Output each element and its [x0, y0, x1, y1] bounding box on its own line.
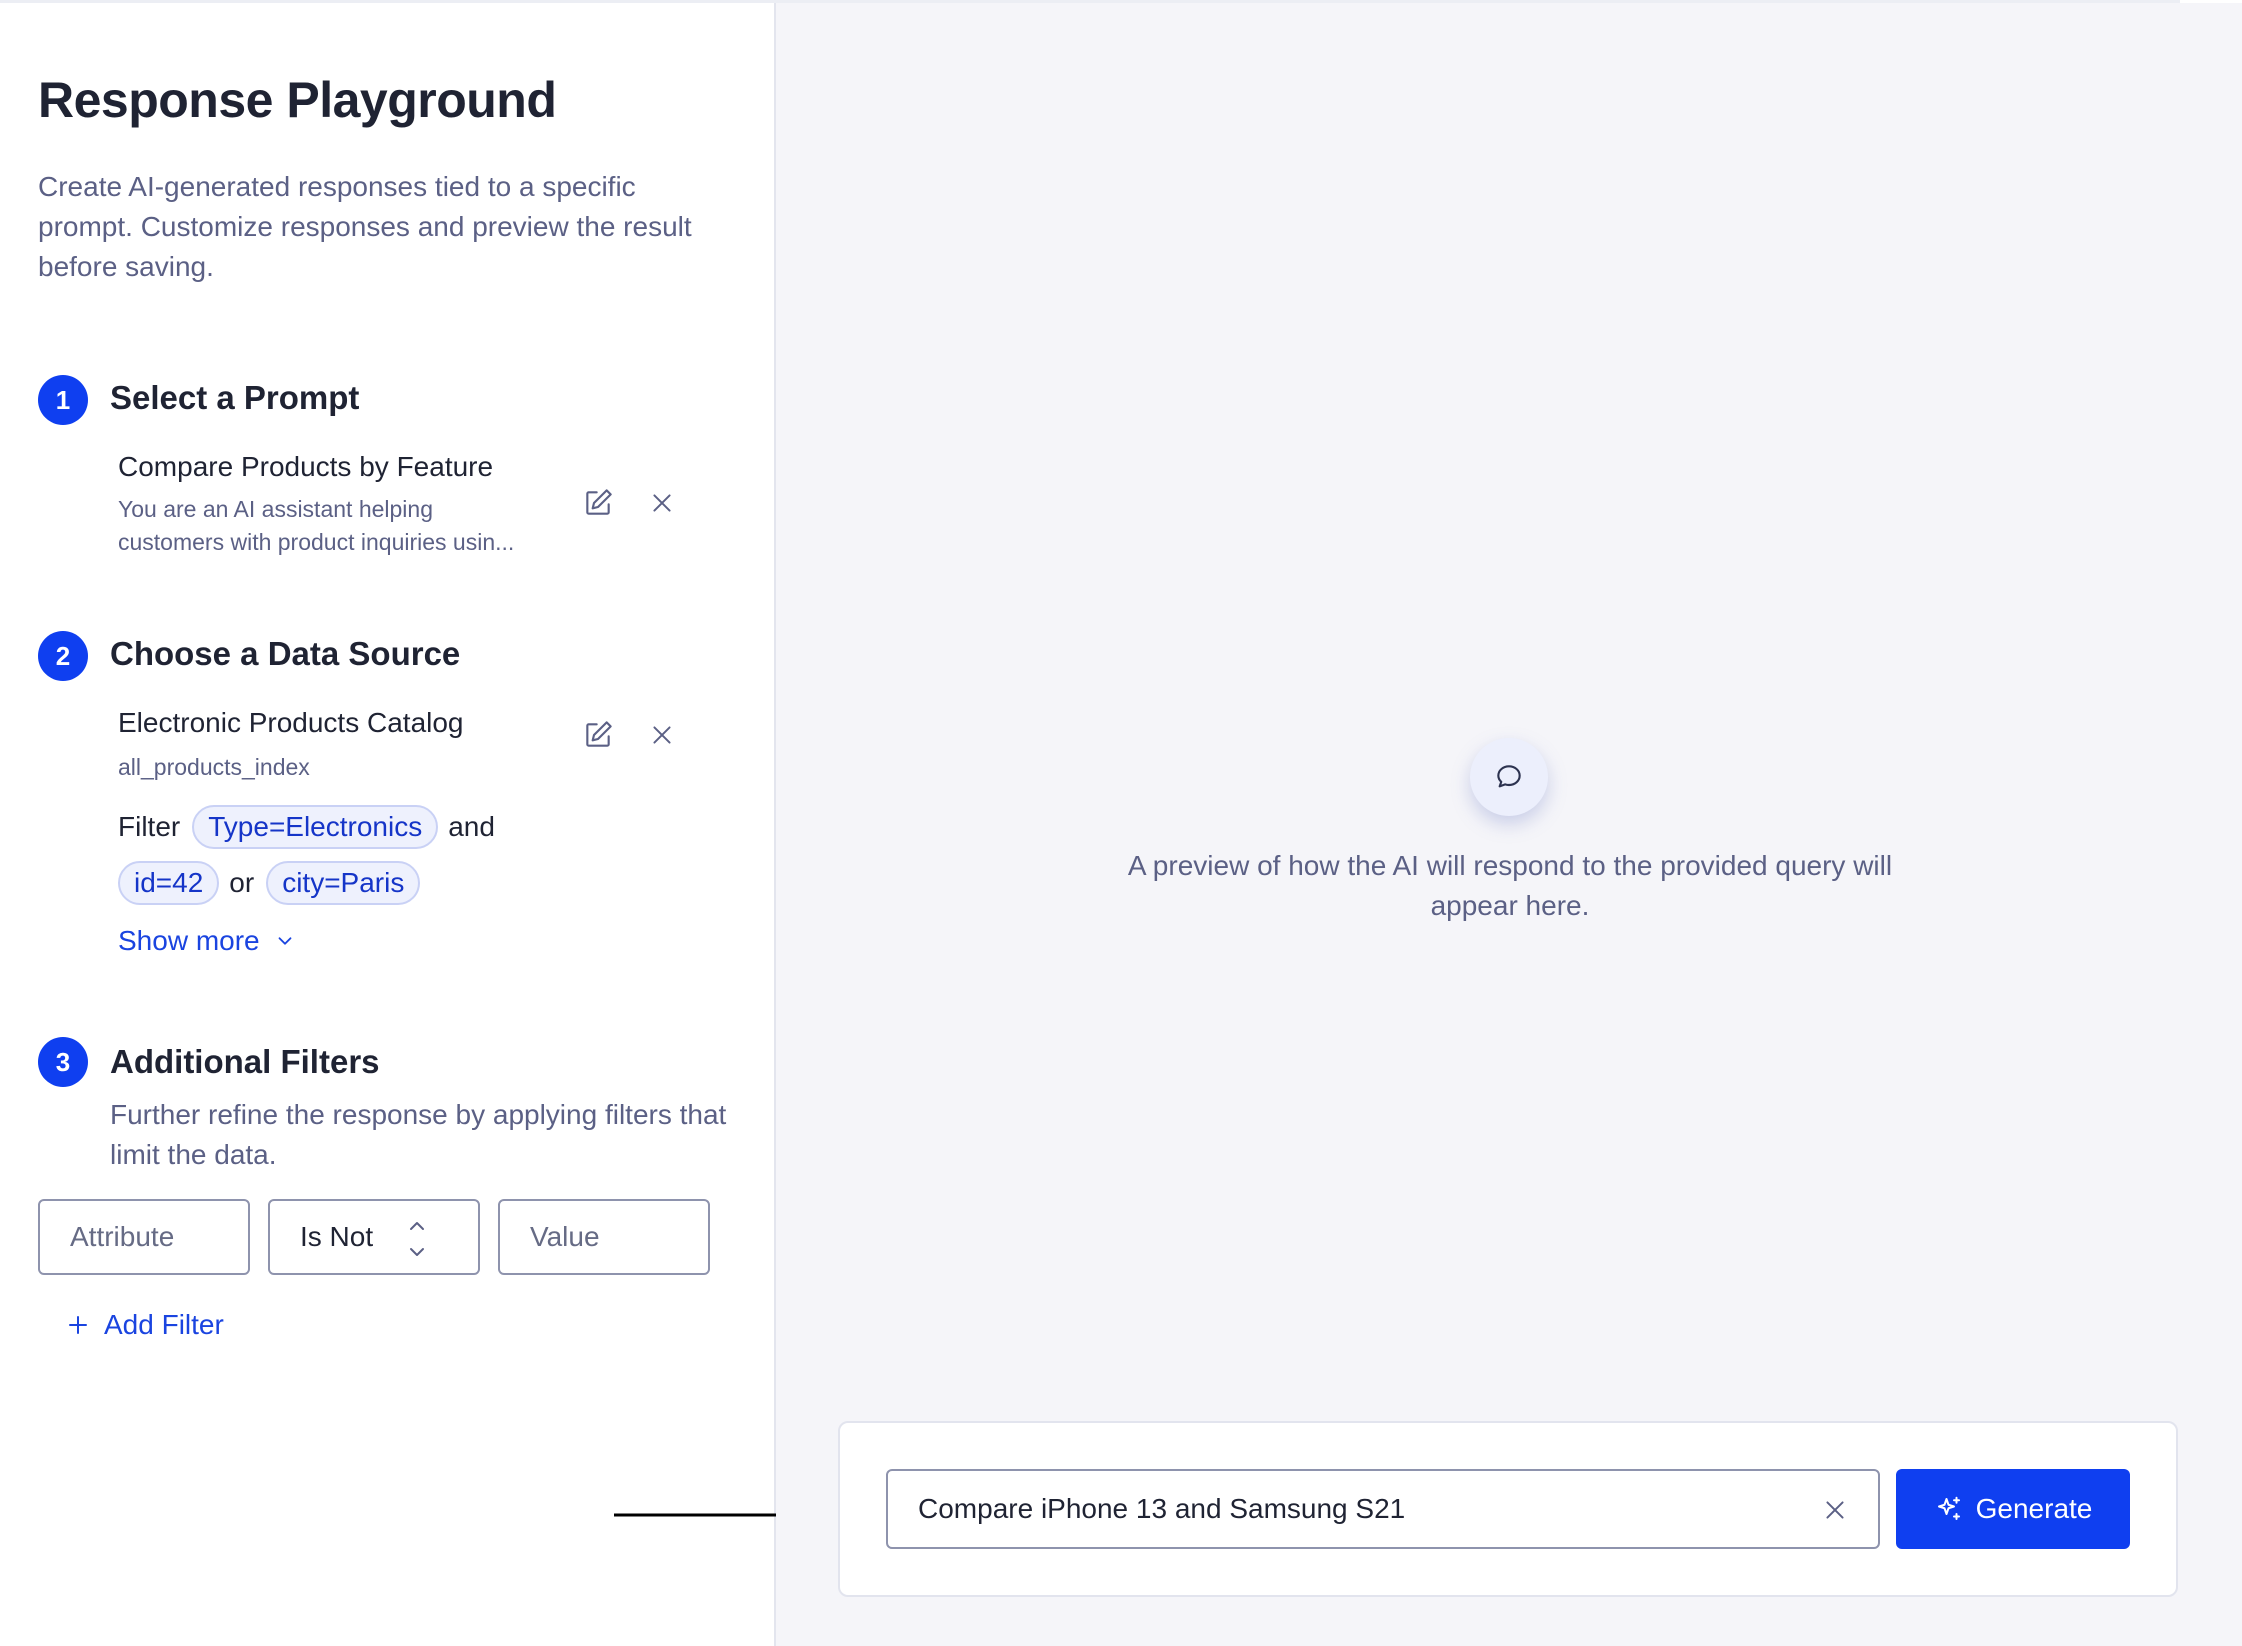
chat-bubble-icon: [1497, 765, 1521, 788]
filter-joiner-and: and: [448, 811, 495, 842]
data-source-index: all_products_index: [118, 754, 310, 780]
remove-prompt-button[interactable]: [640, 481, 684, 525]
add-filter-label: Add Filter: [104, 1309, 224, 1340]
chat-bubble: [1470, 738, 1548, 816]
close-icon: [653, 494, 671, 512]
edit-prompt-button[interactable]: [576, 481, 620, 525]
operator-select[interactable]: Is Not: [268, 1199, 480, 1275]
operator-select-value: Is Not: [300, 1221, 374, 1252]
add-filter-button[interactable]: Add Filter: [66, 1309, 224, 1341]
prompt-name: Compare Products by Feature: [118, 451, 494, 482]
preview-panel: [776, 3, 2242, 1646]
additional-filters-description: Further refine the response by applying …: [110, 1099, 727, 1170]
step-1-title: Select a Prompt: [110, 379, 360, 416]
step-3-badge: 3: [38, 1037, 88, 1087]
prompt-description-line2: customers with product inquiries usin...: [118, 529, 515, 555]
sidebar-panel: Response Playground Create AI-generated …: [0, 3, 818, 1646]
step-2-title: Choose a Data Source: [110, 635, 461, 672]
preview-placeholder-text: A preview of how the AI will respond to …: [1127, 850, 1893, 921]
value-input[interactable]: Value: [498, 1199, 710, 1275]
sparkle-icon: [1937, 1496, 1960, 1520]
show-more-link[interactable]: Show more: [118, 925, 296, 957]
filter-chip-id[interactable]: id=42: [118, 861, 220, 905]
page-subtitle: Create AI-generated responses tied to a …: [38, 171, 692, 282]
prompt-description-line1: You are an AI assistant helping: [118, 496, 433, 522]
generate-button[interactable]: Generate: [1896, 1469, 2130, 1549]
show-more-label: Show more: [118, 925, 260, 956]
plus-icon: [69, 1316, 87, 1334]
page-title: Response Playground: [38, 72, 557, 128]
filter-label: Filter: [118, 811, 181, 842]
query-input-value: Compare iPhone 13 and Samsung S21: [918, 1493, 1406, 1524]
updown-icon: [410, 1222, 424, 1256]
step-3-title: Additional Filters: [110, 1043, 380, 1080]
filter-chip-type[interactable]: Type=Electronics: [192, 805, 439, 849]
remove-data-source-button[interactable]: [640, 713, 684, 757]
data-source-name: Electronic Products Catalog: [118, 707, 464, 738]
step-2-badge: 2: [38, 631, 88, 681]
close-icon[interactable]: [1822, 1497, 1848, 1523]
query-input[interactable]: Compare iPhone 13 and Samsung S21: [886, 1469, 1880, 1549]
chevron-down-icon: [278, 937, 292, 945]
data-source-filter-row-1: Filter Type=Electronics and: [118, 805, 495, 849]
step-1-badge: 1: [38, 375, 88, 425]
filter-joiner-or: or: [229, 867, 255, 898]
edit-icon: [586, 489, 612, 515]
attribute-input[interactable]: Attribute: [38, 1199, 250, 1275]
generate-label: Generate: [1975, 1493, 2093, 1524]
edit-icon: [586, 721, 612, 747]
data-source-filter-row-2: id=42 or city=Paris: [118, 861, 430, 905]
edit-data-source-button[interactable]: [576, 713, 620, 757]
filter-chip-city[interactable]: city=Paris: [266, 861, 421, 905]
close-icon: [653, 726, 671, 744]
